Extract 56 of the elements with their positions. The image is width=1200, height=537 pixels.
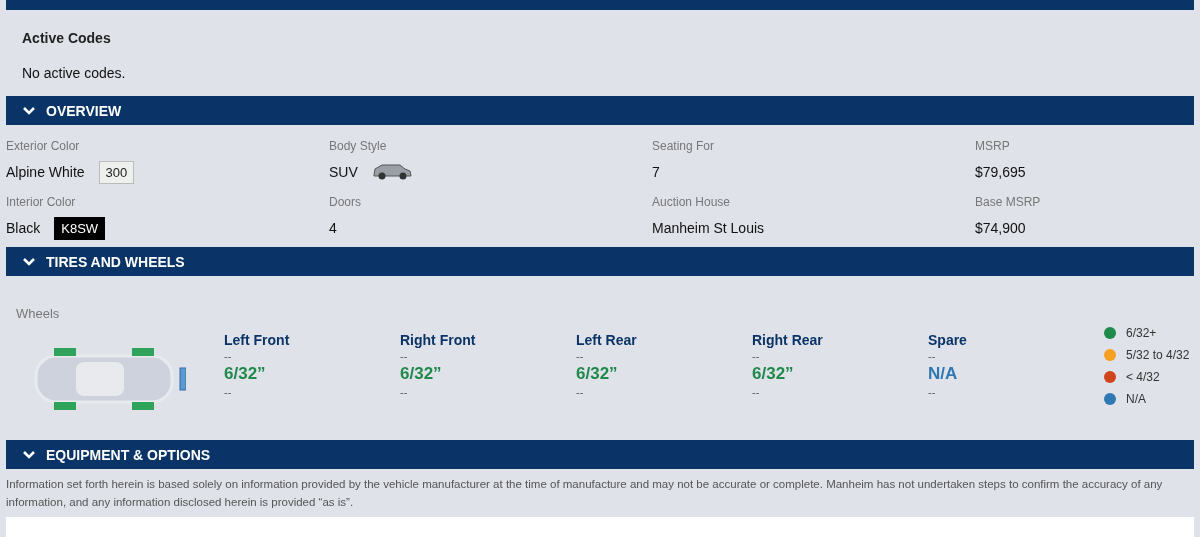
tire-position: Spare bbox=[928, 332, 968, 348]
tire-position: Right Front bbox=[400, 332, 477, 348]
legend-label: 6/32+ bbox=[1126, 326, 1157, 340]
disclaimer-text: Information set forth herein is based solely on information provided by the vehicle manufacturer at the time of manufacture and may not be accurate or complete. Manheim has not undertaken steps to confirm the accuracy of any information, and any information disclosed herein is provided “as is”. bbox=[6, 477, 1164, 510]
tread-depth: 6/32” bbox=[400, 364, 443, 384]
field-label: Base MSRP bbox=[975, 195, 1042, 209]
tire-detail: -- bbox=[576, 386, 585, 398]
field-value: 4 bbox=[329, 220, 337, 236]
tire-detail: -- bbox=[752, 350, 761, 362]
tread-depth: 6/32” bbox=[224, 364, 267, 384]
field-label: Interior Color bbox=[6, 195, 77, 209]
field-value: Black bbox=[6, 220, 41, 236]
section-header[interactable]: EQUIPMENT & OPTIONS bbox=[6, 440, 1194, 469]
suv-icon bbox=[371, 163, 412, 181]
tire-detail: -- bbox=[400, 386, 409, 398]
color-code: 300 bbox=[98, 160, 135, 184]
section-subtitle: Active Codes bbox=[22, 30, 112, 46]
field-label: Body Style bbox=[329, 139, 388, 153]
tire-position: Left Rear bbox=[576, 332, 638, 348]
tire-position: Right Rear bbox=[752, 332, 824, 348]
field-label: Seating For bbox=[652, 139, 716, 153]
field-value: Alpine White bbox=[6, 164, 85, 180]
chevron-icon bbox=[22, 256, 36, 267]
section-title: OVERVIEW bbox=[46, 102, 122, 119]
tire-detail: -- bbox=[928, 350, 937, 362]
legend-label: N/A bbox=[1126, 392, 1146, 406]
tire-detail: -- bbox=[752, 386, 761, 398]
tread-depth: 6/32” bbox=[752, 364, 795, 384]
field-label: MSRP bbox=[975, 139, 1011, 153]
tire-detail: -- bbox=[224, 350, 233, 362]
section-header[interactable]: OVERVIEW bbox=[6, 96, 1194, 125]
legend-label: 5/32 to 4/32 bbox=[1126, 348, 1190, 362]
field-value: 7 bbox=[652, 164, 660, 180]
tire-detail: -- bbox=[400, 350, 409, 362]
section-title: TIRES AND WHEELS bbox=[46, 253, 185, 270]
tire-position: Left Front bbox=[224, 332, 291, 348]
tire-detail: -- bbox=[224, 386, 233, 398]
tire-detail: -- bbox=[928, 386, 937, 398]
tread-depth: 6/32” bbox=[576, 364, 619, 384]
empty-message: No active codes. bbox=[22, 65, 127, 81]
tire-detail: -- bbox=[576, 350, 585, 362]
chevron-icon bbox=[22, 105, 36, 116]
field-label: Wheels bbox=[16, 306, 60, 321]
field-value: Manheim St Louis bbox=[652, 220, 765, 236]
legend-label: < 4/32 bbox=[1126, 370, 1160, 384]
field-label: Doors bbox=[329, 195, 362, 209]
field-label: Exterior Color bbox=[6, 139, 81, 153]
field-value: $79,695 bbox=[975, 164, 1026, 180]
section-header[interactable]: TIRES AND WHEELS bbox=[6, 247, 1194, 276]
field-label: Auction House bbox=[652, 195, 732, 209]
section-title: EQUIPMENT & OPTIONS bbox=[46, 446, 211, 463]
color-code: K8SW bbox=[54, 216, 106, 240]
field-value: $74,900 bbox=[975, 220, 1026, 236]
chevron-icon bbox=[22, 449, 36, 460]
tread-depth: N/A bbox=[928, 364, 959, 384]
field-value: SUV bbox=[329, 164, 358, 180]
